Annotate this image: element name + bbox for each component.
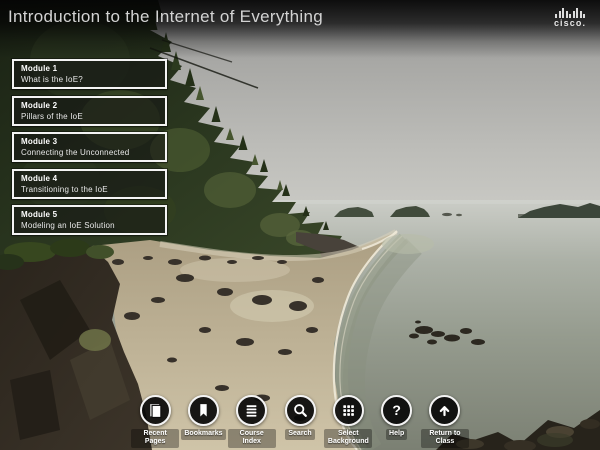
bookmark-icon: [195, 402, 212, 419]
module-title: Module 4: [21, 174, 158, 184]
help-button[interactable]: ? Help: [372, 395, 420, 448]
module-3-button[interactable]: Module 3 Connecting the Unconnected: [12, 132, 167, 162]
question-icon: ?: [392, 403, 401, 417]
tool-label: Search: [285, 429, 314, 440]
select-background-button[interactable]: Select Background: [324, 395, 372, 448]
module-title: Module 5: [21, 210, 158, 220]
module-title: Module 1: [21, 64, 158, 74]
cisco-logo-text: cisco.: [549, 19, 591, 28]
tool-label: Return to Class: [421, 429, 469, 448]
page-title: Introduction to the Internet of Everythi…: [8, 7, 323, 27]
course-home-screen: Introduction to the Internet of Everythi…: [0, 0, 600, 450]
module-4-button[interactable]: Module 4 Transitioning to the IoE: [12, 169, 167, 199]
search-button[interactable]: Search: [276, 395, 324, 448]
module-list: Module 1 What is the IoE? Module 2 Pilla…: [12, 59, 167, 242]
search-icon: [292, 402, 309, 419]
up-arrow-icon: [436, 402, 453, 419]
list-icon: [243, 402, 260, 419]
header-bar: Introduction to the Internet of Everythi…: [0, 0, 600, 58]
tool-label: Bookmarks: [181, 429, 225, 440]
cisco-bridge-icon: [549, 8, 591, 18]
grid-icon: [340, 402, 357, 419]
cisco-logo: cisco.: [549, 8, 591, 28]
module-1-button[interactable]: Module 1 What is the IoE?: [12, 59, 167, 89]
module-title: Module 3: [21, 137, 158, 147]
return-to-class-button[interactable]: Return to Class: [421, 395, 469, 448]
recent-pages-button[interactable]: Recent Pages: [131, 395, 179, 448]
course-index-button[interactable]: Course Index: [228, 395, 276, 448]
pages-icon: [147, 402, 164, 419]
module-subtitle: Pillars of the IoE: [21, 112, 158, 122]
bottom-toolbar: Recent Pages Bookmarks Course Index: [131, 395, 469, 448]
module-subtitle: Modeling an IoE Solution: [21, 221, 158, 231]
tool-label: Recent Pages: [131, 429, 179, 448]
module-subtitle: What is the IoE?: [21, 75, 158, 85]
module-subtitle: Connecting the Unconnected: [21, 148, 158, 158]
tool-label: Help: [386, 429, 407, 440]
tool-label: Select Background: [324, 429, 372, 448]
bookmarks-button[interactable]: Bookmarks: [179, 395, 227, 448]
module-2-button[interactable]: Module 2 Pillars of the IoE: [12, 96, 167, 126]
tool-label: Course Index: [228, 429, 276, 448]
module-5-button[interactable]: Module 5 Modeling an IoE Solution: [12, 205, 167, 235]
module-subtitle: Transitioning to the IoE: [21, 185, 158, 195]
module-title: Module 2: [21, 101, 158, 111]
